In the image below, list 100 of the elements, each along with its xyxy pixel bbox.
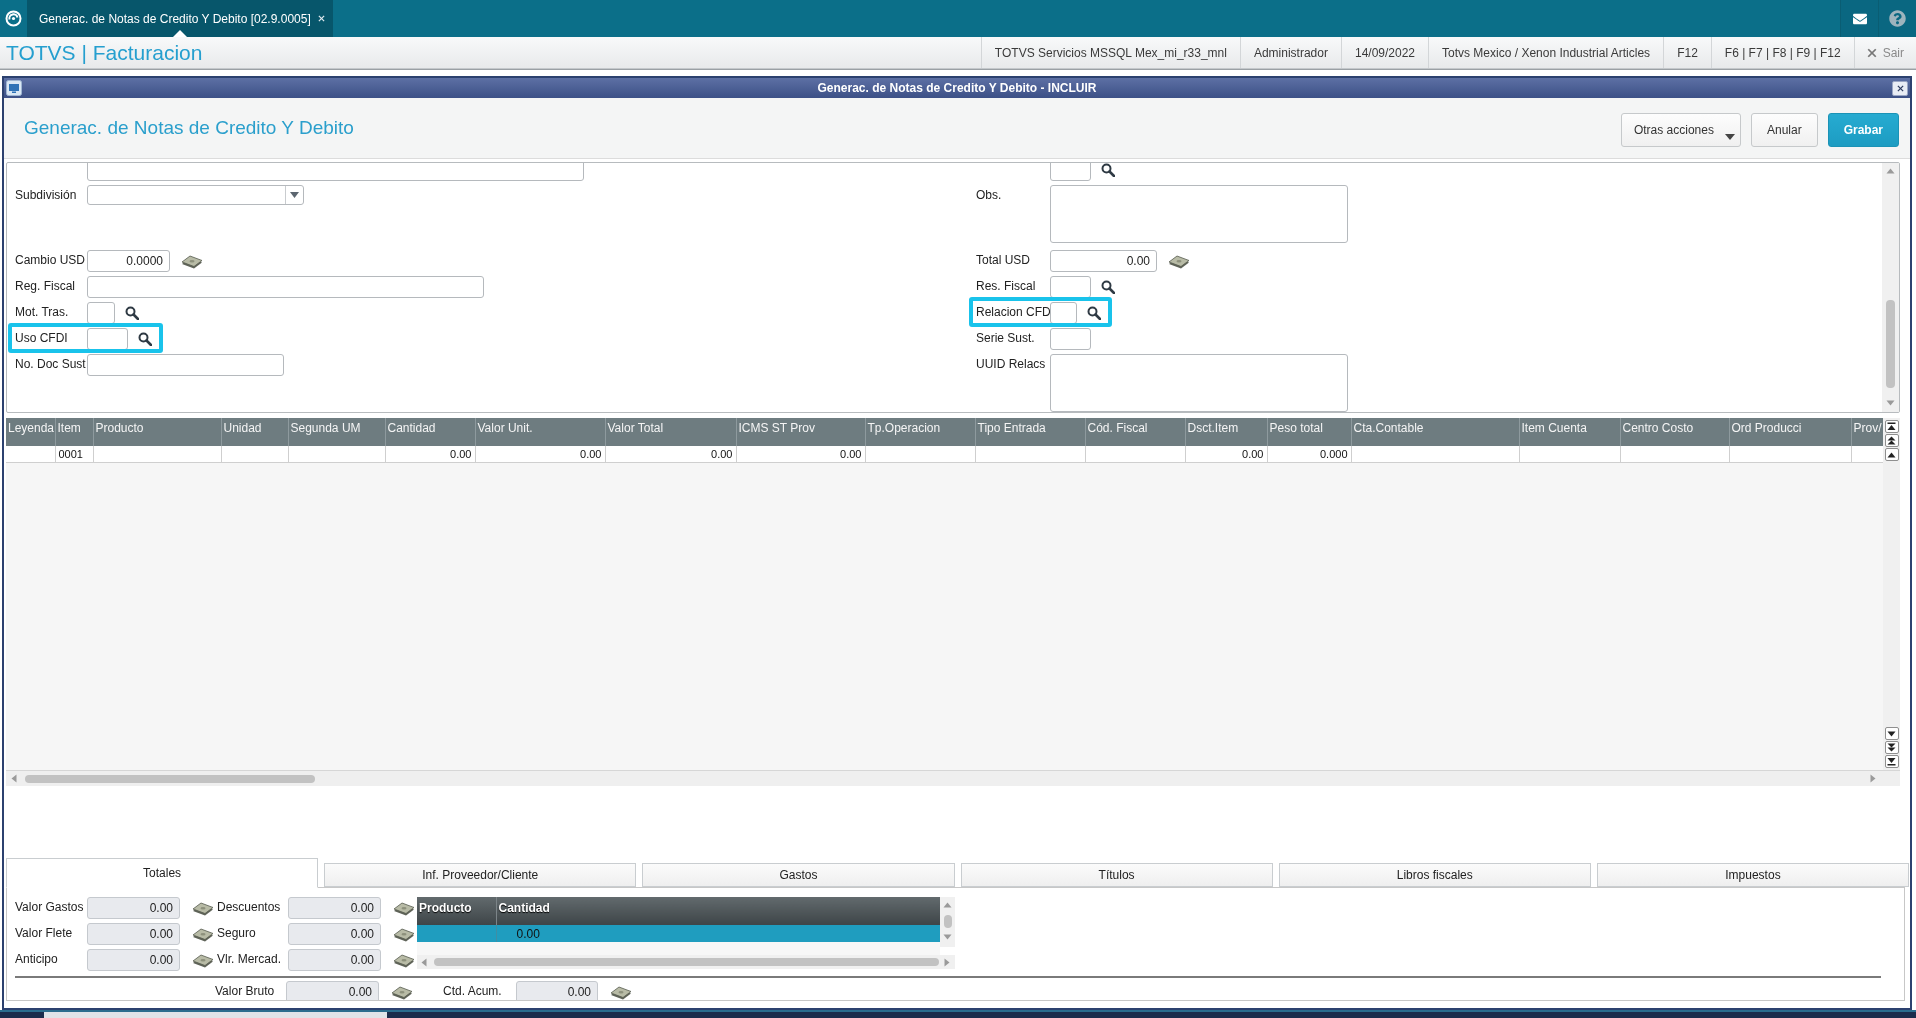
column-header[interactable]: Item [55,418,93,446]
banknote-icon[interactable] [181,255,203,269]
column-header[interactable]: Cantidad [385,418,475,446]
search-icon[interactable] [1101,280,1115,294]
page-up-button[interactable] [1884,434,1899,447]
arrow-up-icon[interactable] [1886,167,1895,176]
help-button[interactable] [1878,0,1916,37]
field-label: Total USD [976,252,1032,267]
arrow-right-icon[interactable] [1869,774,1878,783]
column-header[interactable]: Centro Costo [1620,418,1729,446]
tab[interactable]: Gastos [642,863,955,887]
arrow-up-icon[interactable] [943,901,952,910]
input-field[interactable] [1050,276,1091,298]
arrow-left-icon[interactable] [10,774,19,783]
banknote-icon[interactable] [192,928,214,942]
banknote-icon[interactable] [393,928,415,942]
tab[interactable]: Títulos [960,863,1273,887]
tab[interactable]: Libros fiscales [1278,863,1591,887]
text-area[interactable] [1050,185,1348,243]
column-header[interactable]: Unidad [221,418,288,446]
column-header[interactable]: Segunda UM [288,418,385,446]
table-row[interactable]: 0.00 [417,925,940,942]
column-header[interactable]: Cta.Contable [1351,418,1519,446]
input-field[interactable] [1050,163,1091,181]
close-button[interactable] [1892,80,1908,96]
save-button[interactable]: Grabar [1827,113,1899,147]
caret-down-icon [290,192,299,198]
vertical-scrollbar[interactable] [940,897,955,947]
column-header[interactable]: Prov/ [1851,418,1883,446]
column-header[interactable]: Valor Unit. [475,418,605,446]
banknote-icon[interactable] [192,902,214,916]
arrow-down-icon[interactable] [943,933,952,942]
arrow-right-icon[interactable] [943,957,952,967]
horizontal-scrollbar[interactable] [6,770,1900,786]
column-header[interactable]: Producto [417,897,496,925]
column-header[interactable]: Item Cuenta [1519,418,1620,446]
tab[interactable]: Totales [6,858,319,888]
column-header[interactable]: Tp.Operacion [865,418,975,446]
column-header[interactable]: Tipo Entrada [975,418,1085,446]
table-cell [221,446,288,462]
last-row-button[interactable] [1884,755,1899,768]
input-field[interactable] [87,328,128,350]
banknote-icon[interactable] [393,954,415,968]
scrollbar-thumb[interactable] [943,915,952,928]
table-cell: 0.000 [1267,446,1351,462]
column-header[interactable]: Ord Producci [1729,418,1851,446]
help-icon [1889,10,1906,27]
input-field[interactable] [1050,328,1091,350]
column-header[interactable]: Valor Total [605,418,736,446]
tab[interactable]: Impuestos [1596,863,1910,887]
text-area[interactable] [1050,354,1348,412]
search-icon[interactable] [1087,306,1101,320]
column-header[interactable]: Cantidad [496,897,940,925]
column-header[interactable]: Peso total [1267,418,1351,446]
close-icon[interactable] [1896,84,1904,92]
input-field[interactable] [87,302,115,324]
column-header[interactable]: Cód. Fiscal [1085,418,1185,446]
banknote-icon[interactable] [192,954,214,968]
logo-icon[interactable] [5,10,22,27]
vertical-scrollbar[interactable] [1882,163,1899,412]
field-label: Vlr. Mercad. [217,951,283,966]
exit-button[interactable]: Sair [1853,37,1916,68]
input-field[interactable] [1050,302,1077,324]
input-field[interactable] [87,163,584,181]
column-header[interactable]: Leyenda [6,418,55,446]
number-field: 0.00 [516,981,598,1000]
actions-menu-button[interactable]: Otras acciones [1620,113,1741,147]
row-up-button[interactable] [1884,448,1899,461]
scrollbar-thumb[interactable] [1886,300,1895,388]
input-field[interactable] [87,276,484,298]
row-down-button[interactable] [1884,727,1899,740]
arrow-down-icon[interactable] [1886,399,1895,408]
search-icon[interactable] [125,306,139,320]
close-icon[interactable] [1866,47,1877,58]
field-label: Descuentos [217,899,282,914]
first-row-button[interactable] [1884,420,1899,433]
tab[interactable]: Inf. Proveedor/Cliente [324,863,637,887]
column-header[interactable]: Dsct.Item [1185,418,1267,446]
app-tab[interactable]: Generac. de Notas de Credito Y Debito [02.9.0005] [27,0,333,37]
column-header[interactable]: Producto [93,418,221,446]
search-icon[interactable] [1101,163,1115,177]
banknote-icon[interactable] [391,986,413,1000]
banknote-icon[interactable] [1168,255,1190,269]
search-icon[interactable] [138,332,152,346]
window-icon [6,80,22,96]
cancel-button[interactable]: Anular [1750,113,1818,147]
mail-button[interactable] [1840,0,1878,37]
scrollbar-thumb[interactable] [434,958,939,966]
horizontal-scrollbar[interactable] [417,955,955,969]
number-field[interactable]: 0.00 [1050,250,1157,272]
dropdown-field[interactable] [87,185,304,205]
column-header[interactable]: ICMS ST Prov [736,418,865,446]
banknote-icon[interactable] [610,986,632,1000]
number-field[interactable]: 0.0000 [87,250,170,272]
banknote-icon[interactable] [393,902,415,916]
input-field[interactable] [87,354,284,376]
number-field: 0.00 [288,949,381,971]
page-down-button[interactable] [1884,741,1899,754]
scrollbar-thumb[interactable] [25,774,315,783]
arrow-left-icon[interactable] [420,957,429,967]
